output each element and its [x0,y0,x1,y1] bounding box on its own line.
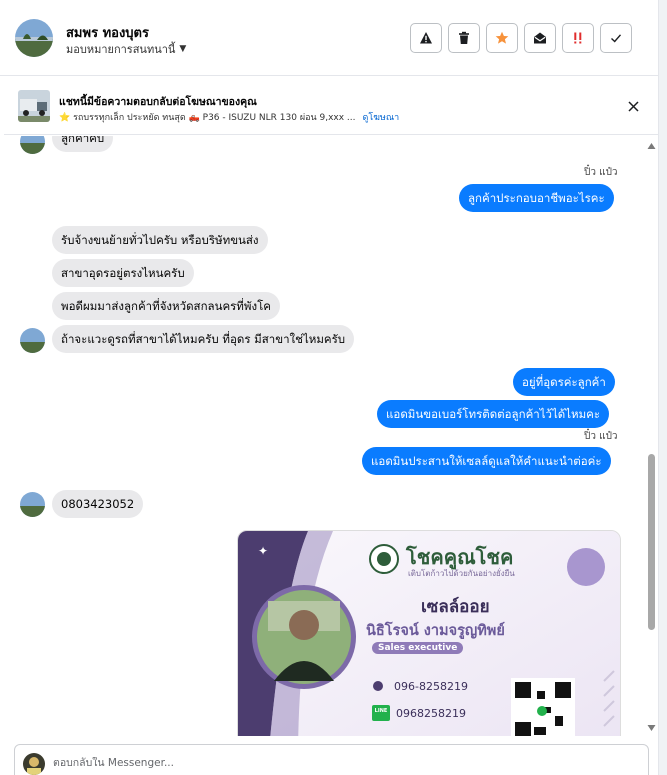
ad-text: ⭐ รถบรรทุกเล็ก ประหยัด ทนสุด 🛻 P36 - ISU… [59,113,356,123]
line-app-icon: LINE [374,708,388,714]
ad-thumbnail[interactable] [18,90,50,122]
reply-input[interactable] [53,757,613,769]
outgoing-message[interactable]: แอดมินขอเบอร์โทรติดต่อลูกค้าไว้ได้ไหมคะ [377,400,610,428]
read-receipt: ปิ๋ว แป๋ว [584,431,618,442]
contact-message-avatar [20,492,45,517]
mark-done-button[interactable] [600,23,632,53]
reply-composer[interactable] [14,744,649,775]
warning-icon [420,32,432,44]
incoming-message[interactable]: รับจ้างขนย้ายทั่วไปครับ หรือบริษัทขนส่ง [52,226,268,254]
incoming-message[interactable]: ถ้าจะแวะดูรถที่สาขาได้ไหมครับ ที่อุดร มี… [52,325,355,353]
ad-description: ⭐ รถบรรทุกเล็ก ประหยัด ทนสุด 🛻 P36 - ISU… [59,110,399,124]
card-role: Sales executive [372,642,464,654]
outgoing-message[interactable]: อยู่ที่อุดรค่ะลูกค้า [513,368,615,396]
chat-scrollbar[interactable] [645,136,658,736]
card-phone: 096-8258219 [394,680,468,693]
card-line-id: 0968258219 [396,707,466,720]
incoming-message[interactable]: 0803423052 [52,490,144,518]
follow-up-button[interactable] [486,23,518,53]
svg-text:✦: ✦ [258,544,268,558]
incoming-message[interactable]: พอดีผมมาส่งลูกค้าที่จังหวัดสกลนครที่พังโ… [52,292,280,320]
star-icon [495,31,509,44]
contact-avatar[interactable] [15,19,53,57]
panel-divider [658,0,667,775]
scroll-up-arrow-icon[interactable] [647,142,656,150]
contact-message-avatar [20,136,45,154]
business-card-image[interactable]: ✦ โชคคูณโชค เติบโตก้าวไปด้วยกันอย่างยั่ง… [237,530,621,736]
close-icon [627,100,639,112]
incoming-message[interactable]: สาขาอุดรอยู่ตรงไหนครับ [52,259,194,287]
caret-down-icon: ▼ [179,44,187,54]
outgoing-message[interactable]: แอดมินประสานให้เซลล์ดูแลให้คำแนะนำต่อค่ะ [362,447,611,475]
priority-button[interactable] [562,23,594,53]
conversation-actions [410,23,632,53]
trash-icon [459,31,469,44]
ad-banner-title: แชทนี้มีข้อความตอบกลับต่อโฆษณาของคุณ [59,96,257,108]
contact-message-avatar [20,328,45,353]
outgoing-message[interactable]: ลูกค้าประกอบอาชีพอะไรคะ [459,184,614,212]
view-ad-link[interactable]: ดูโฆษณา [363,110,400,124]
priority-icon [574,32,582,44]
conversation-header: สมพร ทองบุตร มอบหมายการสนทนานี้ ▼ [0,0,658,76]
card-fullname: นิธิโรจน์ งามจรูญทิพย์ [366,623,505,639]
mark-unread-button[interactable] [524,23,556,53]
read-receipt: ปิ๋ว แป๋ว [584,167,618,178]
ad-reply-banner: แชทนี้มีข้อความตอบกลับต่อโฆษณาของคุณ ⭐ ร… [4,77,658,135]
scroll-down-arrow-icon[interactable] [647,724,656,732]
card-nickname: เซลล์ออย [421,597,490,617]
mark-unread-icon [534,32,546,44]
delete-button[interactable] [448,23,480,53]
incoming-message[interactable]: ลูกค้าคับ [52,136,114,152]
card-tagline: เติบโตก้าวไปด้วยกันอย่างยั่งยืน [408,569,515,578]
assign-label: มอบหมายการสนทนานี้ [66,43,176,56]
message-list[interactable]: ลูกค้าคับ ปิ๋ว แป๋ว ลูกค้าประกอบอาชีพอะไ… [4,136,645,736]
page-avatar [23,753,45,775]
scrollbar-thumb[interactable] [648,454,655,630]
messenger-conversation-view: สมพร ทองบุตร มอบหมายการสนทนานี้ ▼ แชทนี้… [0,0,667,775]
check-icon [611,34,622,43]
close-banner-button[interactable] [624,97,642,115]
report-spam-button[interactable] [410,23,442,53]
assign-conversation-dropdown[interactable]: มอบหมายการสนทนานี้ ▼ [66,40,186,58]
